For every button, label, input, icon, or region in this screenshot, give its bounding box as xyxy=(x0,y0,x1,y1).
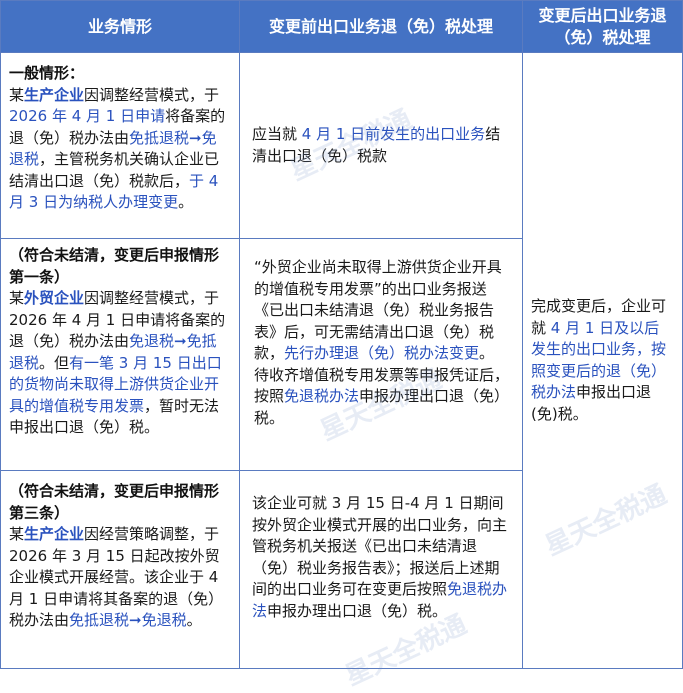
header-before-change: 变更前出口业务退（免）税处理 xyxy=(239,0,523,53)
row1-scenario: 一般情形： 某生产企业因调整经营模式，于2026 年 4 月 1 日申请将备案的退… xyxy=(0,52,240,239)
text-segment: 申报办理出口退（免）税。 xyxy=(267,601,448,620)
header-after-change: 变更后出口业务退（免）税处理 xyxy=(522,0,683,53)
row3-scenario: （符合未结清，变更后申报情形第三条） 某生产企业因经营策略调整，于 2026 年 … xyxy=(0,470,240,669)
policy-table: 业务情形 变更前出口业务退（免）税处理 变更后出口业务退（免）税处理 一般情形：… xyxy=(0,0,683,692)
row1-before-treatment: 应当就 4 月 1 日前发生的出口业务结清出口退（免）税款 xyxy=(239,52,523,239)
text-segment: 应当就 xyxy=(252,125,298,143)
text-segment: 。但 xyxy=(39,353,70,372)
row2-scenario: （符合未结清，变更后申报情形第一条） 某外贸企业因调整经营模式，于 2026 年 … xyxy=(0,238,240,471)
text-segment: 免退税办法 xyxy=(284,387,360,405)
text-segment: 某 xyxy=(9,289,25,307)
text-segment: 先行办理退（免）税办法变更 xyxy=(284,344,480,362)
text-segment: 某 xyxy=(9,85,25,104)
text-segment: （符合未结清，变更后申报情形第三条） xyxy=(9,482,220,522)
row2-before-treatment: “外贸企业尚未取得上游供货企业开具的增值税专用发票”的出口业务报送《已出口未结清… xyxy=(239,238,523,471)
text-segment: 2026 年 4 月 1 日申请 xyxy=(9,107,166,125)
text-segment: 免抵退税➞免退税 xyxy=(69,611,187,629)
after-change-treatment: 完成变更后，企业可就 4 月 1 日及以后发生的出口业务，按照变更后的退（免）税… xyxy=(522,52,683,669)
text-segment: 生产企业 xyxy=(24,85,85,104)
text-segment: 外贸企业 xyxy=(24,289,85,307)
text-segment: ，主管税务机关确认企业已结清出口退（免）税款后， xyxy=(9,150,220,190)
text-segment: 一般情形： xyxy=(9,64,85,82)
text-segment: 。 xyxy=(178,193,194,211)
text-segment: 。 xyxy=(186,611,202,629)
text-segment: 。 xyxy=(479,344,495,362)
row3-before-treatment: 该企业可就 3 月 15 日-4 月 1 日期间按外贸企业模式开展的出口业务，向… xyxy=(239,470,523,669)
header-business-scenario: 业务情形 xyxy=(0,0,240,53)
text-segment: 某 xyxy=(9,525,25,543)
text-segment: 因调整经营模式，于 xyxy=(84,85,220,104)
text-segment: 4 月 1 日前发生的出口业务 xyxy=(297,125,486,143)
text-segment: 生产企业 xyxy=(24,525,85,543)
text-segment: （符合未结清，变更后申报情形第一条） xyxy=(9,246,220,286)
